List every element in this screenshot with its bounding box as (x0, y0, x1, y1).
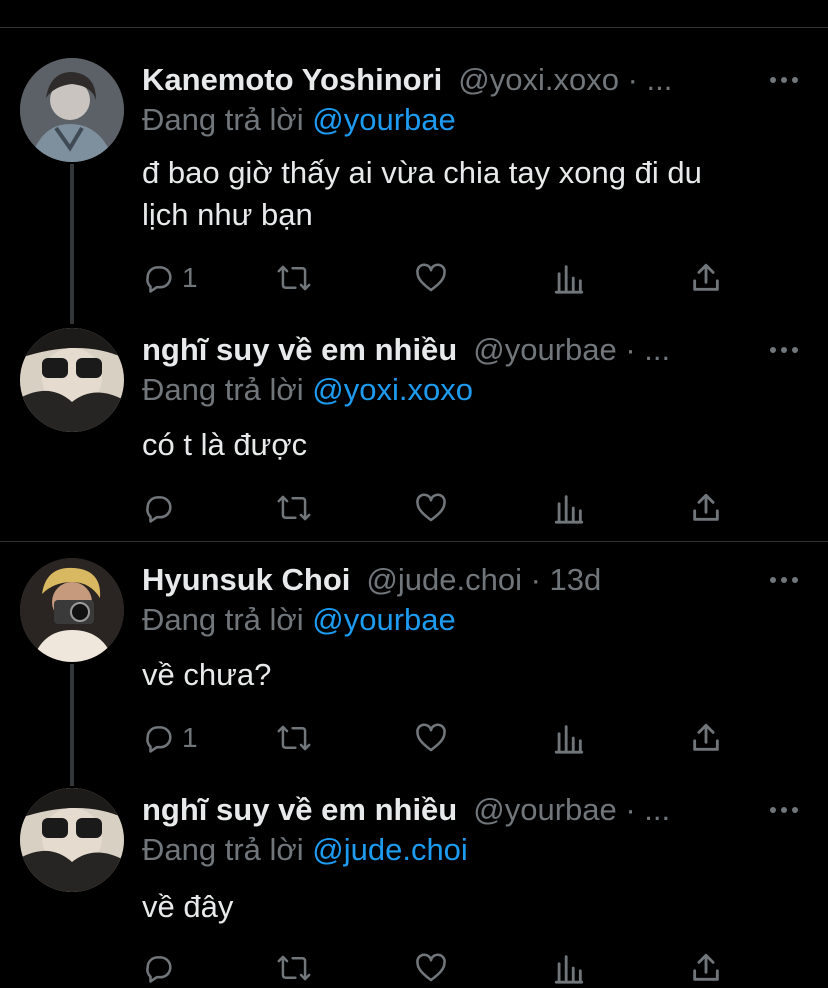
tweet-text: đ bao giờ thấy ai vừa chia tay xong đi d… (142, 152, 802, 236)
share-button[interactable] (690, 258, 722, 298)
heart-icon (416, 723, 446, 752)
replying-to-label: Đang trả lời (142, 602, 304, 637)
share-icon (693, 493, 719, 521)
heart-icon (416, 263, 446, 292)
like-button[interactable] (414, 718, 448, 758)
more-icon[interactable] (770, 338, 798, 362)
retweet-button[interactable] (276, 488, 312, 528)
retweet-icon (277, 495, 311, 521)
avatar[interactable] (20, 558, 124, 662)
author-handle[interactable]: @jude.choi · 13d (366, 562, 601, 598)
tweet-header: Hyunsuk Choi @jude.choi · 13d (142, 558, 802, 602)
heart-icon (416, 953, 446, 982)
author-name[interactable]: Hyunsuk Choi (142, 562, 350, 598)
like-button[interactable] (414, 488, 448, 528)
share-button[interactable] (690, 488, 722, 528)
tweet-text-line: lịch như bạn (142, 197, 313, 232)
tweet-kanemoto[interactable]: Kanemoto Yoshinori @yoxi.xoxo · ... Đang… (0, 58, 828, 308)
analytics-icon (554, 495, 584, 524)
more-icon[interactable] (770, 568, 798, 592)
replying-to: Đang trả lời @yoxi.xoxo (142, 372, 473, 408)
replying-to: Đang trả lời @yourbae (142, 602, 456, 638)
mention-link[interactable]: @yoxi.xoxo (312, 372, 473, 407)
analytics-icon (554, 265, 584, 294)
reply-button[interactable]: 1 (142, 718, 198, 758)
share-icon (693, 723, 719, 751)
heart-icon (416, 493, 446, 522)
author-handle[interactable]: @yourbae · ... (473, 792, 670, 828)
views-button[interactable] (554, 718, 584, 758)
tweet-header: Kanemoto Yoshinori @yoxi.xoxo · ... (142, 58, 802, 102)
thread-divider (0, 541, 828, 542)
action-bar: 1 (142, 718, 742, 758)
tweet-text-line: về chưa? (142, 657, 272, 692)
replying-to: Đang trả lời @jude.choi (142, 832, 468, 868)
retweet-icon (277, 725, 311, 751)
like-button[interactable] (414, 948, 448, 988)
reply-button[interactable]: 1 (142, 258, 198, 298)
mention-link[interactable]: @yourbae (312, 602, 456, 637)
retweet-button[interactable] (276, 718, 312, 758)
tweet-text: về chưa? (142, 654, 802, 696)
retweet-icon (277, 955, 311, 981)
avatar[interactable] (20, 328, 124, 432)
tweet-text-line: về đây (142, 889, 234, 924)
reply-icon (146, 266, 172, 293)
analytics-icon (554, 955, 584, 984)
reply-icon (146, 496, 172, 523)
action-bar: 1 (142, 258, 742, 298)
reply-count: 1 (182, 262, 198, 293)
tweet-text-line: có t là được (142, 427, 308, 462)
author-handle[interactable]: @yourbae · ... (473, 332, 670, 368)
author-name[interactable]: Kanemoto Yoshinori (142, 62, 442, 98)
share-button[interactable] (690, 948, 722, 988)
views-button[interactable] (554, 488, 584, 528)
action-bar (142, 488, 742, 528)
more-icon[interactable] (770, 798, 798, 822)
replying-to: Đang trả lời @yourbae (142, 102, 456, 138)
tweet-header: nghĩ suy về em nhiều @yourbae · ... (142, 788, 802, 832)
avatar[interactable] (20, 58, 124, 162)
replying-to-label: Đang trả lời (142, 372, 304, 407)
retweet-icon (277, 265, 311, 291)
mention-link[interactable]: @yourbae (312, 102, 456, 137)
tweet-text: về đây (142, 886, 802, 928)
tweet-hyunsuk[interactable]: Hyunsuk Choi @jude.choi · 13d Đang trả l… (0, 558, 828, 768)
tweet-yourbae-reply-2[interactable]: nghĩ suy về em nhiều @yourbae · ... Đang… (0, 788, 828, 987)
top-divider (0, 27, 828, 28)
retweet-button[interactable] (276, 258, 312, 298)
tweet-text-line: đ bao giờ thấy ai vừa chia tay xong đi d… (142, 155, 702, 190)
views-button[interactable] (554, 258, 584, 298)
share-icon (693, 953, 719, 981)
reply-button[interactable] (142, 488, 182, 528)
reply-icon (146, 956, 172, 983)
tweet-text: có t là được (142, 424, 802, 466)
retweet-button[interactable] (276, 948, 312, 988)
action-bar (142, 948, 742, 988)
replying-to-label: Đang trả lời (142, 102, 304, 137)
avatar[interactable] (20, 788, 124, 892)
reply-button[interactable] (142, 948, 182, 988)
mention-link[interactable]: @jude.choi (312, 832, 468, 867)
like-button[interactable] (414, 258, 448, 298)
tweet-yourbae-reply-1[interactable]: nghĩ suy về em nhiều @yourbae · ... Đang… (0, 328, 828, 528)
share-button[interactable] (690, 718, 722, 758)
tweet-header: nghĩ suy về em nhiều @yourbae · ... (142, 328, 802, 372)
author-name[interactable]: nghĩ suy về em nhiều (142, 792, 457, 828)
share-icon (693, 263, 719, 291)
reply-icon (146, 726, 172, 753)
reply-count: 1 (182, 722, 198, 753)
author-name[interactable]: nghĩ suy về em nhiều (142, 332, 457, 368)
more-icon[interactable] (770, 68, 798, 92)
author-handle[interactable]: @yoxi.xoxo · ... (458, 62, 672, 98)
replying-to-label: Đang trả lời (142, 832, 304, 867)
analytics-icon (554, 725, 584, 754)
views-button[interactable] (554, 948, 584, 988)
